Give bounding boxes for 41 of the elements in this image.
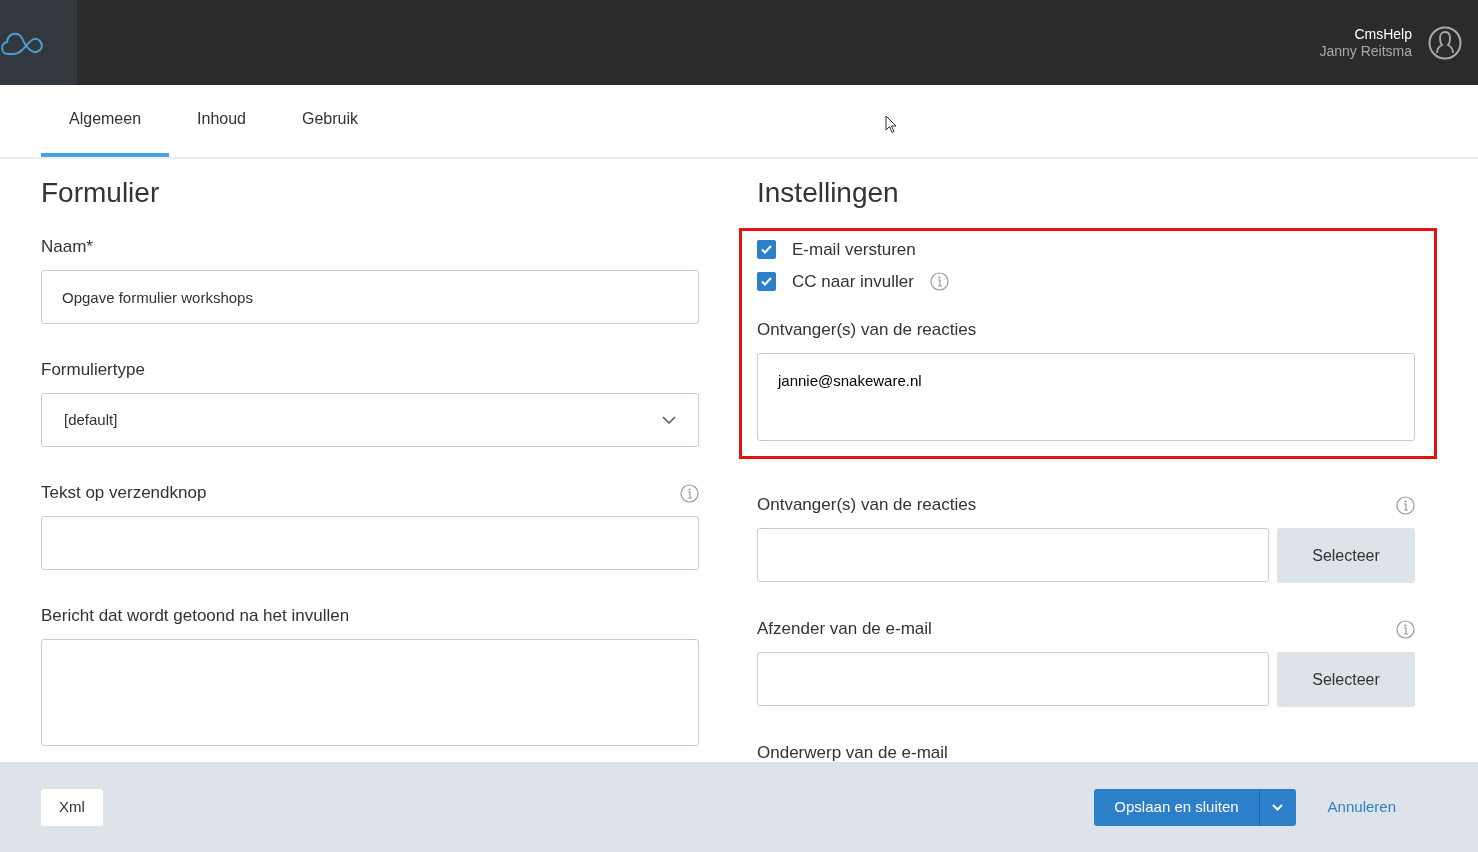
save-and-close-button[interactable]: Opslaan en sluiten (1094, 788, 1259, 826)
caret-icon (1272, 803, 1284, 811)
input-field[interactable] (757, 528, 1269, 582)
select-button[interactable]: Selecteer (1277, 528, 1415, 583)
tab[interactable]: Algemeen (41, 85, 170, 157)
field-label: Formuliertype (41, 359, 145, 381)
user-name: Janny Reitsma (1319, 42, 1412, 60)
section-title: Instellingen (757, 176, 900, 210)
section-title: Formulier (41, 176, 161, 210)
text-area-field[interactable] (41, 639, 699, 746)
text-area-field[interactable]: jannie@snakeware.nl (757, 353, 1415, 441)
checkmark-icon (761, 245, 772, 255)
checkbox-label: E-mail versturen (792, 239, 916, 261)
info-icon[interactable] (1396, 495, 1415, 515)
checkbox[interactable] (757, 240, 776, 260)
input-field[interactable]: Opgave formulier workshops (41, 270, 699, 324)
chevron-down-icon (662, 416, 676, 424)
checkmark-icon (761, 276, 772, 286)
input-field[interactable] (41, 516, 699, 570)
select-field[interactable]: [default] (41, 393, 699, 447)
app-title: CmsHelp (1353, 25, 1412, 43)
info-icon[interactable] (680, 483, 699, 503)
field-label: Ontvanger(s) van de reacties (757, 319, 977, 341)
xml-button[interactable]: Xml (41, 788, 103, 826)
checkbox[interactable] (757, 271, 776, 291)
field-label: Bericht dat wordt getoond na het invullen (41, 605, 350, 627)
save-options-dropdown-button[interactable] (1258, 788, 1296, 826)
tab[interactable]: Inhoud (169, 85, 274, 157)
field-label: Onderwerp van de e-mail (757, 742, 948, 762)
tab[interactable]: Gebruik (274, 85, 386, 157)
select-button[interactable]: Selecteer (1277, 652, 1415, 707)
mouse-cursor-icon (885, 115, 897, 134)
field-label: Ontvanger(s) van de reacties (757, 494, 977, 516)
input-field[interactable] (757, 652, 1269, 706)
checkbox-label: CC naar invuller (792, 270, 914, 293)
field-label: Tekst op verzendknop (41, 482, 207, 504)
info-icon[interactable] (929, 271, 949, 291)
field-label: Afzender van de e-mail (757, 618, 932, 640)
info-icon[interactable] (1396, 619, 1415, 639)
user-avatar-icon[interactable] (1428, 25, 1462, 60)
field-label: Naam* (41, 236, 93, 258)
